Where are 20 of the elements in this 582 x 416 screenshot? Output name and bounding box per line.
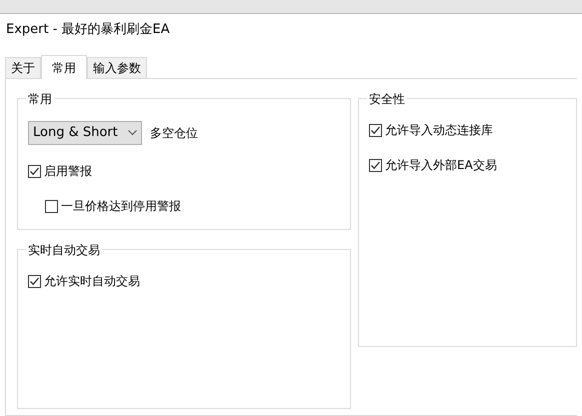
- checkbox[interactable]: [369, 158, 382, 172]
- checkbox-label: 允许导入动态连接库: [385, 122, 493, 139]
- checkbox-label: 允许实时自动交易: [44, 273, 140, 290]
- tab[interactable]: 常用: [41, 55, 87, 79]
- chevron-down-icon: [128, 130, 137, 136]
- tab[interactable]: 输入参数: [87, 57, 147, 78]
- checkbox[interactable]: [45, 200, 58, 212]
- position-dropdown[interactable]: Long & Short: [28, 121, 142, 145]
- checkbox[interactable]: [369, 124, 382, 136]
- tab[interactable]: 关于: [5, 57, 41, 78]
- dropdown-value: Long & Short: [33, 124, 118, 142]
- checkbox[interactable]: [28, 274, 41, 288]
- group-title: 实时自动交易: [26, 241, 102, 259]
- checkbox-label: 允许导入外部EA交易: [385, 157, 497, 174]
- checkbox-label: 一旦价格达到停用警报: [61, 198, 181, 215]
- checkbox-label: 启用警报: [44, 163, 92, 180]
- window-title: Expert - 最好的暴利刷金EA: [6, 21, 170, 40]
- group-title: 安全性: [367, 90, 407, 108]
- dropdown-label: 多空仓位: [150, 125, 198, 142]
- checkbox[interactable]: [28, 164, 41, 178]
